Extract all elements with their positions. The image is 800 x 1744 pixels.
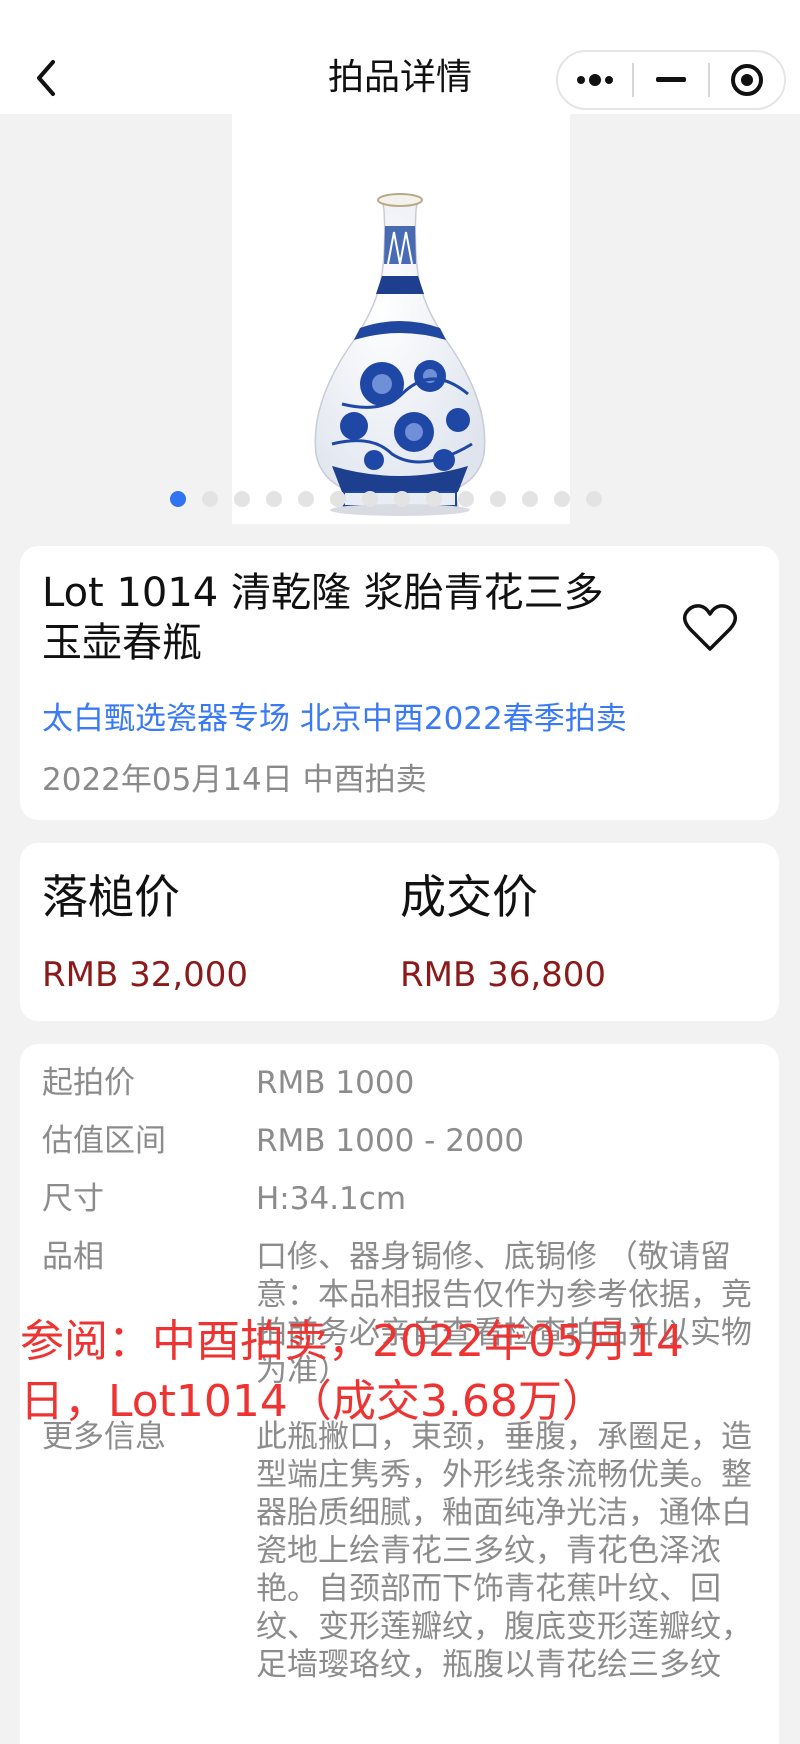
- lot-title: Lot 1014 清乾隆 浆胎青花三多玉壶春瓶: [42, 570, 604, 666]
- gallery-dot[interactable]: [458, 491, 474, 507]
- gallery-dot[interactable]: [490, 491, 506, 507]
- info-value: RMB 1000: [256, 1065, 415, 1101]
- gallery-dot[interactable]: [362, 491, 378, 507]
- heart-outline-icon: [682, 604, 738, 651]
- more-dots-icon: [577, 74, 613, 86]
- favorite-button[interactable]: [680, 598, 740, 658]
- target-icon: [731, 64, 763, 96]
- gallery-pagination: [170, 490, 602, 508]
- gallery-dot[interactable]: [330, 491, 346, 507]
- gallery-dot[interactable]: [522, 491, 538, 507]
- auction-session-link[interactable]: 太白甄选瓷器专场 北京中酉2022春季拍卖: [42, 698, 627, 740]
- lot-title-card: Lot 1014 清乾隆 浆胎青花三多玉壶春瓶 太白甄选瓷器专场 北京中酉202…: [20, 546, 779, 820]
- info-label: 起拍价: [42, 1065, 135, 1101]
- gallery-dot[interactable]: [554, 491, 570, 507]
- info-label: 品相: [42, 1239, 104, 1275]
- hammer-price-label: 落槌价: [42, 870, 180, 924]
- info-label: 更多信息: [42, 1419, 166, 1455]
- minimize-button[interactable]: [634, 52, 708, 108]
- minimize-icon: [656, 77, 686, 82]
- mini-program-capsule: [556, 50, 786, 110]
- sold-price-value: RMB 36,800: [400, 955, 607, 995]
- gallery-dot[interactable]: [298, 491, 314, 507]
- close-button[interactable]: [710, 52, 784, 108]
- info-label: 尺寸: [42, 1181, 104, 1217]
- hammer-price-value: RMB 32,000: [42, 955, 249, 995]
- gallery-dot[interactable]: [426, 491, 442, 507]
- sold-price-label: 成交价: [400, 870, 538, 924]
- gallery-dot[interactable]: [586, 491, 602, 507]
- gallery-dot[interactable]: [266, 491, 282, 507]
- info-label: 估值区间: [42, 1123, 166, 1159]
- blue-and-white-porcelain-vase: [314, 193, 486, 516]
- gallery-dot[interactable]: [394, 491, 410, 507]
- lot-info-card: 起拍价 RMB 1000 估值区间 RMB 1000 - 2000 尺寸 H:3…: [20, 1044, 779, 1744]
- gallery-dot-active[interactable]: [170, 491, 186, 507]
- auction-date-house: 2022年05月14日 中酉拍卖: [42, 762, 427, 798]
- lot-image-gallery[interactable]: [232, 114, 570, 524]
- info-value: 此瓶撇口，束颈，垂腹，承圈足，造型端庄隽秀，外形线条流畅优美。整器胎质细腻，釉面…: [256, 1419, 752, 1683]
- info-value: H:34.1cm: [256, 1181, 407, 1217]
- navigation-bar: 拍品详情: [0, 0, 800, 114]
- price-card: 落槌价 RMB 32,000 成交价 RMB 36,800: [20, 843, 779, 1021]
- more-button[interactable]: [558, 52, 632, 108]
- info-value: RMB 1000 - 2000: [256, 1123, 525, 1159]
- gallery-dot[interactable]: [202, 491, 218, 507]
- info-value: 口修、器身锔修、底锔修 （敬请留意：本品相报告仅作为参考依据，竞拍前务必亲自查看…: [256, 1239, 752, 1389]
- gallery-dot[interactable]: [234, 491, 250, 507]
